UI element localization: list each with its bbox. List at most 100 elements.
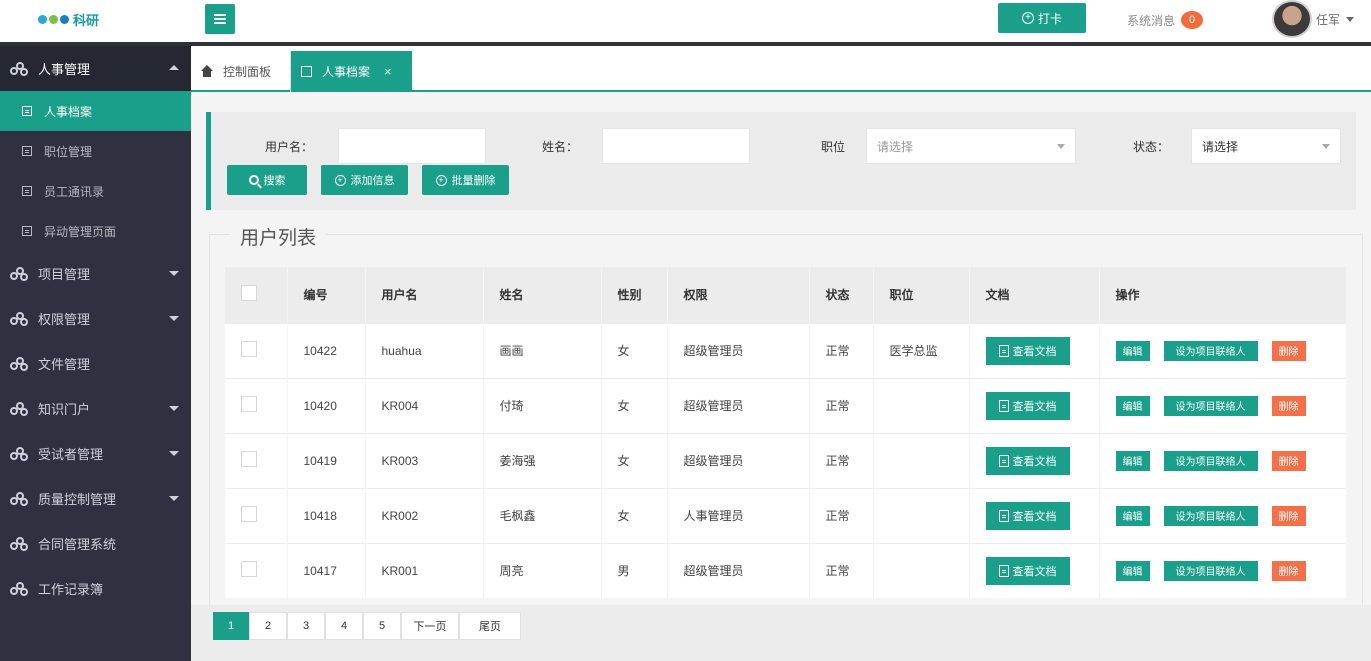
sidebar-group-permissions[interactable]: 权限管理 (0, 296, 191, 341)
row-checkbox[interactable] (241, 451, 257, 467)
tab-personnel-files[interactable]: 人事档案 × (291, 51, 412, 92)
column-header: 性别 (601, 267, 668, 323)
edit-button[interactable]: 编辑 (1115, 340, 1150, 361)
sidebar-group-subjects[interactable]: 受试者管理 (0, 431, 191, 476)
column-header: 状态 (809, 267, 874, 323)
tab-bar: 控制面板 人事档案 × (191, 46, 1371, 92)
row-checkbox[interactable] (241, 561, 257, 578)
page-3[interactable]: 3 (287, 612, 325, 640)
sidebar-group-quality[interactable]: 质量控制管理 (0, 476, 191, 521)
cell-doc: 查看文档 (969, 432, 1100, 488)
page-1[interactable]: 1 (213, 612, 249, 640)
list-title: 用户列表 (230, 223, 327, 250)
document-icon (998, 564, 1009, 577)
sidebar-group-label: 权限管理 (38, 312, 91, 327)
chevron-down-icon (1346, 16, 1355, 22)
batch-delete-button[interactable]: + 批量删除 (422, 165, 509, 195)
cell-username: huahua (365, 322, 484, 378)
document-icon (998, 509, 1009, 522)
next-page-button[interactable]: 下一页 (401, 612, 459, 640)
column-header: 权限 (667, 267, 810, 323)
view-doc-label: 查看文档 (1012, 565, 1057, 578)
row-checkbox[interactable] (241, 396, 257, 412)
column-header: 用户名 (365, 267, 484, 323)
sidebar-item-transfers[interactable]: 异动管理页面 (0, 211, 191, 251)
hamburger-icon (214, 18, 226, 20)
page-5[interactable]: 5 (363, 612, 401, 640)
delete-button[interactable]: 删除 (1271, 505, 1306, 526)
sidebar-group-label: 人事管理 (38, 62, 91, 77)
page-2[interactable]: 2 (249, 612, 287, 640)
cell-username: KR004 (365, 377, 484, 433)
cell-status: 正常 (809, 377, 874, 433)
close-icon[interactable]: × (384, 64, 392, 79)
view-doc-button[interactable]: 查看文档 (985, 556, 1070, 585)
edit-button[interactable]: 编辑 (1115, 450, 1150, 471)
set-contact-button[interactable]: 设为项目联络人 (1163, 340, 1258, 361)
chevron-down-icon (1322, 143, 1330, 149)
sidebar-group-worklog[interactable]: 工作记录簿 (0, 566, 191, 611)
cell-role: 超级管理员 (667, 377, 810, 433)
view-doc-button[interactable]: 查看文档 (985, 391, 1070, 420)
sidebar-group-contracts[interactable]: 合同管理系统 (0, 521, 191, 566)
cell-name: 姜海强 (483, 432, 602, 488)
view-doc-button[interactable]: 查看文档 (985, 336, 1070, 365)
cell-ops: 编辑 设为项目联络人 删除 (1099, 377, 1347, 433)
username-input[interactable] (338, 128, 486, 164)
name-input[interactable] (602, 128, 750, 164)
delete-button[interactable]: 删除 (1271, 395, 1306, 416)
select-all-checkbox[interactable] (241, 285, 257, 302)
set-contact-button[interactable]: 设为项目联络人 (1163, 450, 1258, 471)
sidebar-item-personnel-files[interactable]: 人事档案 (0, 91, 191, 131)
set-contact-button[interactable]: 设为项目联络人 (1163, 560, 1258, 581)
row-checkbox[interactable] (241, 341, 257, 357)
search-button[interactable]: 搜索 (227, 165, 307, 195)
cluster-icon (10, 581, 28, 596)
cell-id: 10422 (287, 322, 366, 378)
tab-dashboard[interactable]: 控制面板 (191, 51, 291, 92)
batch-delete-label: 批量删除 (451, 175, 496, 187)
sidebar-group-files[interactable]: 文件管理 (0, 341, 191, 386)
delete-button[interactable]: 删除 (1271, 340, 1306, 361)
edit-button[interactable]: 编辑 (1115, 395, 1150, 416)
delete-button[interactable]: 删除 (1271, 560, 1306, 581)
sidebar-item-label: 职位管理 (44, 144, 93, 159)
set-contact-button[interactable]: 设为项目联络人 (1163, 505, 1258, 526)
edit-button[interactable]: 编辑 (1115, 505, 1150, 526)
sidebar-group-label: 合同管理系统 (38, 537, 117, 552)
cell-ops: 编辑 设为项目联络人 删除 (1099, 432, 1347, 488)
user-menu[interactable]: 任军 (1272, 0, 1355, 38)
sidebar-item-directory[interactable]: 员工通讯录 (0, 171, 191, 211)
row-checkbox[interactable] (241, 506, 257, 522)
pagination: 1 2 3 4 5 下一页 尾页 (191, 605, 1371, 661)
sidebar-group-label: 受试者管理 (38, 447, 104, 462)
chevron-down-icon (1057, 143, 1065, 149)
status-select[interactable]: 请选择 (1191, 128, 1341, 164)
delete-button[interactable]: 删除 (1271, 450, 1306, 471)
list-icon (22, 226, 32, 236)
view-doc-label: 查看文档 (1012, 345, 1057, 358)
tab-label: 控制面板 (223, 65, 272, 79)
system-messages[interactable]: 系统消息 0 (1127, 11, 1204, 29)
view-doc-button[interactable]: 查看文档 (985, 501, 1070, 530)
column-header: 姓名 (483, 267, 602, 323)
status-select-value: 请选择 (1202, 139, 1239, 154)
sidebar-group-hr[interactable]: 人事管理 (0, 46, 191, 91)
edit-button[interactable]: 编辑 (1115, 560, 1150, 581)
punch-button[interactable]: + 打卡 (998, 3, 1086, 33)
sidebar: 人事管理 人事档案 职位管理 员工通讯录 异动管理页面 项目管理 权限管理 文件… (0, 46, 191, 661)
sidebar-group-label: 文件管理 (38, 357, 91, 372)
page-4[interactable]: 4 (325, 612, 363, 640)
sidebar-group-projects[interactable]: 项目管理 (0, 251, 191, 296)
view-doc-button[interactable]: 查看文档 (985, 446, 1070, 475)
set-contact-button[interactable]: 设为项目联络人 (1163, 395, 1258, 416)
last-page-button[interactable]: 尾页 (459, 612, 521, 640)
position-select[interactable]: 请选择 (866, 128, 1076, 164)
menu-toggle-button[interactable] (205, 4, 235, 34)
sidebar-group-knowledge[interactable]: 知识门户 (0, 386, 191, 431)
chevron-down-icon (169, 271, 179, 276)
search-panel: 用户名： 姓名： 职位 请选择 状态： 请选择 搜索 + 添加信息 + 批量删除 (206, 112, 1356, 210)
sidebar-item-positions[interactable]: 职位管理 (0, 131, 191, 171)
add-info-button[interactable]: + 添加信息 (321, 165, 408, 195)
system-messages-label: 系统消息 (1127, 13, 1176, 28)
